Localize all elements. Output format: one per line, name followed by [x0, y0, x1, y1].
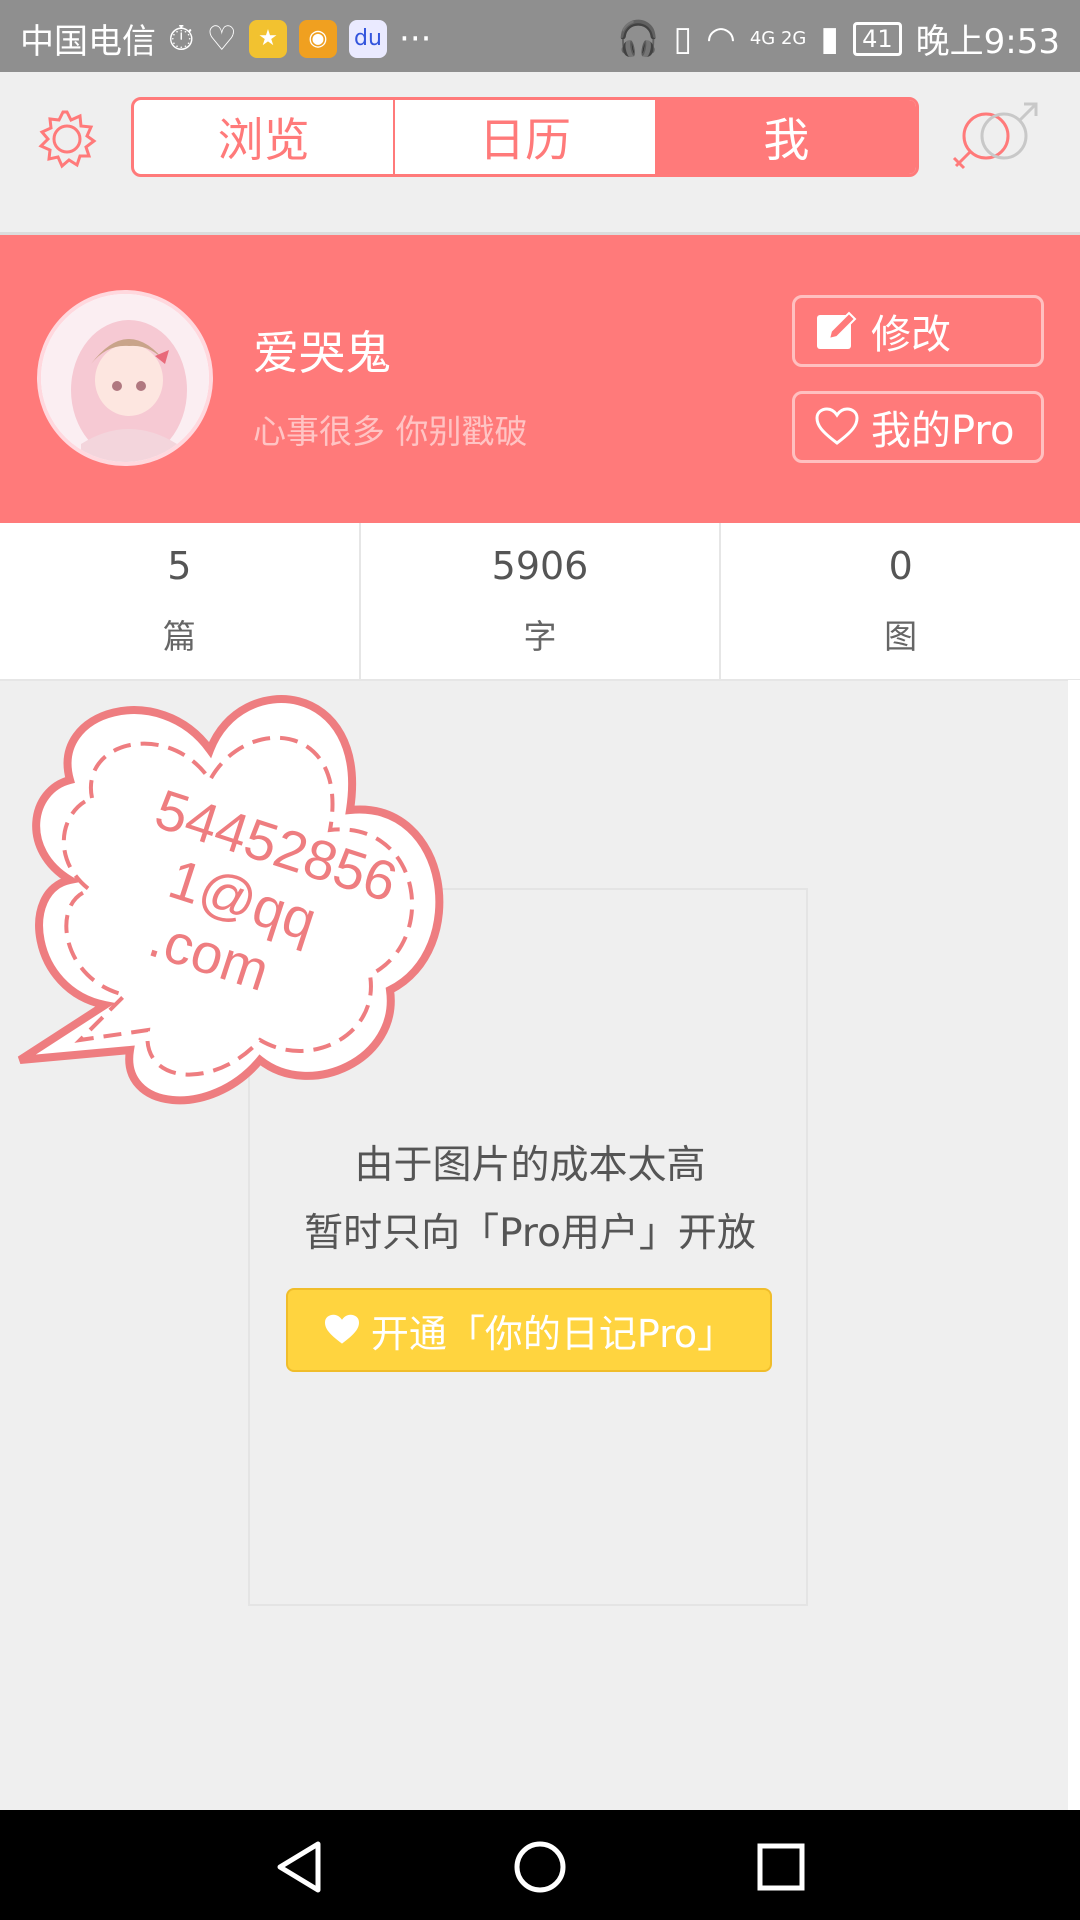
user-bio: 心事很多 你别戳破	[253, 412, 528, 451]
battery-icon: 41	[853, 21, 902, 56]
avatar-illustration	[41, 294, 209, 462]
stats-row: 5 篇 5906 字 0 图	[0, 523, 1080, 681]
stat-images-value: 0	[888, 544, 913, 588]
tab-browse[interactable]: 浏览	[134, 100, 396, 174]
more-notifications: ···	[399, 18, 432, 59]
upgrade-pro-label: 开通「你的日记Pro」	[370, 1311, 736, 1356]
status-bar: 中国电信 ⏱ ♡ ★ ◉ du ··· 🎧 ▯ ◠ 4G 2G ▮ 41 晚上9…	[0, 0, 1080, 72]
stat-images-label: 图	[884, 617, 918, 656]
signal-icon: ▮	[820, 18, 840, 59]
carrier-name: 中国电信	[20, 22, 156, 62]
heart-outline-icon	[815, 407, 859, 445]
scrollbar-track[interactable]	[1068, 680, 1080, 1810]
alarm-icon: ⏱	[168, 18, 195, 59]
network-type: 4G 2G	[749, 28, 807, 49]
stat-entries[interactable]: 5 篇	[0, 523, 361, 679]
stat-words-value: 5906	[491, 544, 589, 588]
stat-words[interactable]: 5906 字	[361, 523, 722, 679]
status-right: 🎧 ▯ ◠ 4G 2G ▮ 41 晚上9:53	[617, 14, 1060, 63]
home-nav-icon[interactable]	[513, 1840, 567, 1894]
stat-images[interactable]: 0 图	[721, 523, 1080, 679]
my-pro-label: 我的Pro	[871, 408, 1015, 454]
main-tab-switcher: 浏览 日历 我	[131, 97, 919, 177]
vibrate-icon: ▯	[673, 18, 693, 59]
shield-icon: ♡	[206, 18, 238, 59]
headphones-icon: 🎧	[617, 18, 660, 59]
settings-gear-icon[interactable]	[36, 108, 98, 170]
wifi-icon: ◠	[706, 18, 736, 59]
back-nav-icon[interactable]	[274, 1840, 326, 1894]
notice-line-2: 暂时只向「Pro用户」开放	[304, 1211, 756, 1256]
my-pro-button[interactable]: 我的Pro	[792, 391, 1044, 463]
profile-header: 爱哭鬼 心事很多 你别戳破 修改 我的Pro	[0, 235, 1080, 523]
upgrade-pro-button[interactable]: 开通「你的日记Pro」	[286, 1288, 772, 1372]
status-left: 中国电信 ⏱ ♡ ★ ◉ du ···	[20, 14, 431, 63]
username: 爱哭鬼	[253, 326, 391, 380]
tab-calendar[interactable]: 日历	[395, 100, 657, 174]
top-bar: 浏览 日历 我	[0, 72, 1080, 235]
weibo-app-icon: ◉	[299, 19, 338, 58]
gender-icon[interactable]	[950, 100, 1042, 180]
battery-level: 41	[862, 24, 893, 53]
stat-entries-label: 篇	[162, 617, 196, 656]
clock: 晚上9:53	[915, 22, 1060, 62]
cloud-speech-bubble: 54452856 1@qq .com	[17, 695, 444, 1105]
edit-pencil-icon	[817, 311, 857, 349]
avatar[interactable]	[37, 290, 213, 466]
tab-me[interactable]: 我	[656, 100, 916, 174]
qq-space-app-icon: ★	[249, 19, 288, 58]
system-nav-bar	[0, 1810, 1080, 1920]
edit-profile-label: 修改	[871, 312, 951, 358]
stat-entries-value: 5	[167, 544, 192, 588]
notice-line-1: 由于图片的成本太高	[354, 1143, 706, 1188]
recents-nav-icon[interactable]	[756, 1842, 806, 1892]
edit-profile-button[interactable]: 修改	[792, 295, 1044, 367]
baidu-app-icon: du	[349, 19, 388, 58]
heart-filled-icon	[324, 1314, 359, 1344]
stat-words-label: 字	[523, 617, 557, 656]
